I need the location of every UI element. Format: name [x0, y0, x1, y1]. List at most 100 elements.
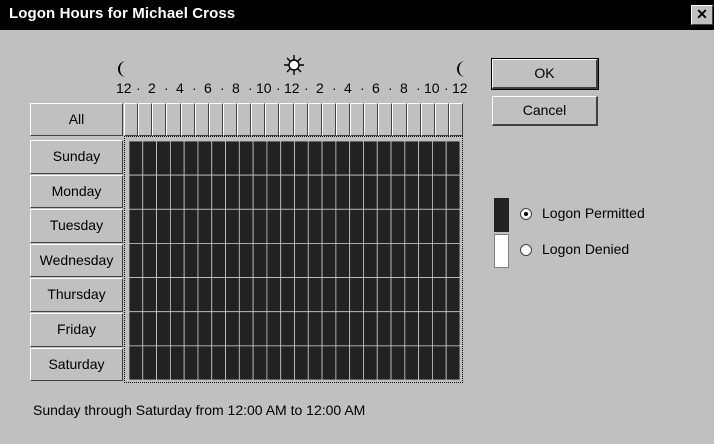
- hour-cell[interactable]: [363, 277, 378, 313]
- hour-cell[interactable]: [307, 311, 323, 347]
- hour-cell[interactable]: [211, 208, 226, 244]
- hour-column-button[interactable]: [166, 103, 181, 136]
- hour-cell[interactable]: [211, 141, 226, 176]
- hour-cell[interactable]: [225, 141, 240, 176]
- hour-cell[interactable]: [280, 243, 295, 278]
- hour-cell[interactable]: [307, 243, 323, 278]
- hour-cell[interactable]: [418, 277, 433, 313]
- hour-cell[interactable]: [169, 208, 185, 244]
- hour-column-button[interactable]: [350, 103, 365, 136]
- hour-cell[interactable]: [183, 208, 199, 244]
- hour-cell[interactable]: [335, 174, 351, 210]
- hour-column-button[interactable]: [392, 103, 407, 136]
- hour-cell[interactable]: [307, 208, 323, 244]
- hour-cell[interactable]: [280, 345, 295, 380]
- hour-cell[interactable]: [266, 174, 282, 210]
- hour-cell[interactable]: [225, 345, 240, 380]
- hour-cell[interactable]: [307, 174, 323, 210]
- hour-column-button[interactable]: [364, 103, 379, 136]
- hour-cell[interactable]: [390, 345, 406, 380]
- hour-column-button[interactable]: [335, 103, 350, 136]
- hour-cell[interactable]: [321, 141, 337, 176]
- hour-column-button[interactable]: [265, 103, 280, 136]
- hour-cell[interactable]: [252, 277, 268, 313]
- hour-cell[interactable]: [445, 174, 460, 210]
- hour-cell[interactable]: [335, 208, 351, 244]
- hour-column-button[interactable]: [222, 103, 237, 136]
- logon-denied-label[interactable]: Logon Denied: [542, 241, 629, 257]
- hour-cell[interactable]: [142, 345, 157, 380]
- logon-hours-grid[interactable]: [129, 141, 460, 380]
- hour-cell[interactable]: [445, 208, 460, 244]
- hour-cell[interactable]: [404, 345, 420, 380]
- hour-cell[interactable]: [197, 277, 213, 313]
- hour-cell[interactable]: [321, 174, 337, 210]
- hour-cell[interactable]: [363, 311, 378, 347]
- hour-column-button[interactable]: [434, 103, 449, 136]
- hour-cell[interactable]: [404, 174, 420, 210]
- hour-cell[interactable]: [321, 208, 337, 244]
- hour-column-button[interactable]: [251, 103, 266, 136]
- hour-cell[interactable]: [225, 174, 240, 210]
- hour-cell[interactable]: [197, 243, 213, 278]
- logon-denied-radio[interactable]: [520, 244, 532, 256]
- hour-cell[interactable]: [156, 141, 171, 176]
- hour-cell[interactable]: [197, 345, 213, 380]
- day-row-button-monday[interactable]: Monday: [30, 174, 123, 209]
- hour-cell[interactable]: [432, 345, 447, 380]
- hour-cell[interactable]: [266, 345, 282, 380]
- hour-cell[interactable]: [238, 141, 254, 176]
- hour-cell[interactable]: [321, 311, 337, 347]
- hour-cell[interactable]: [418, 141, 433, 176]
- cancel-button[interactable]: Cancel: [492, 96, 598, 126]
- hour-cell[interactable]: [363, 345, 378, 380]
- hour-cell[interactable]: [445, 277, 460, 313]
- hour-cell[interactable]: [266, 208, 282, 244]
- hour-cell[interactable]: [363, 243, 378, 278]
- hour-cell[interactable]: [252, 208, 268, 244]
- hour-cell[interactable]: [252, 243, 268, 278]
- hour-cell[interactable]: [238, 345, 254, 380]
- hour-cell[interactable]: [390, 277, 406, 313]
- ok-button[interactable]: OK: [491, 58, 599, 90]
- hour-cell[interactable]: [321, 243, 337, 278]
- hour-cell[interactable]: [211, 345, 226, 380]
- hour-cell[interactable]: [197, 174, 213, 210]
- hour-cell[interactable]: [169, 243, 185, 278]
- hour-cell[interactable]: [156, 277, 171, 313]
- hour-cell[interactable]: [349, 311, 364, 347]
- hour-cell[interactable]: [335, 345, 351, 380]
- hour-column-button[interactable]: [138, 103, 153, 136]
- hour-cell[interactable]: [225, 243, 240, 278]
- hour-cell[interactable]: [390, 174, 406, 210]
- hour-column-button[interactable]: [448, 103, 463, 136]
- hour-cell[interactable]: [211, 311, 226, 347]
- hour-cell[interactable]: [390, 141, 406, 176]
- hour-column-button[interactable]: [307, 103, 322, 136]
- hour-column-button[interactable]: [378, 103, 393, 136]
- hour-cell[interactable]: [294, 174, 309, 210]
- hour-cell[interactable]: [390, 311, 406, 347]
- hour-cell[interactable]: [307, 277, 323, 313]
- hour-cell[interactable]: [335, 311, 351, 347]
- hour-cell[interactable]: [445, 243, 460, 278]
- hour-cell[interactable]: [418, 174, 433, 210]
- hour-column-button[interactable]: [180, 103, 195, 136]
- hour-cell[interactable]: [238, 174, 254, 210]
- hour-cell[interactable]: [432, 243, 447, 278]
- hour-cell[interactable]: [129, 208, 144, 244]
- all-button[interactable]: All: [30, 103, 123, 136]
- hour-cell[interactable]: [225, 311, 240, 347]
- hour-cell[interactable]: [376, 277, 392, 313]
- hour-cell[interactable]: [390, 243, 406, 278]
- hour-cell[interactable]: [390, 208, 406, 244]
- hour-column-button[interactable]: [194, 103, 209, 136]
- hour-cell[interactable]: [183, 345, 199, 380]
- hour-cell[interactable]: [169, 277, 185, 313]
- hour-cell[interactable]: [294, 311, 309, 347]
- hour-cell[interactable]: [211, 243, 226, 278]
- hour-cell[interactable]: [197, 208, 213, 244]
- hour-cell[interactable]: [363, 141, 378, 176]
- hour-cell[interactable]: [418, 208, 433, 244]
- hour-cell[interactable]: [280, 277, 295, 313]
